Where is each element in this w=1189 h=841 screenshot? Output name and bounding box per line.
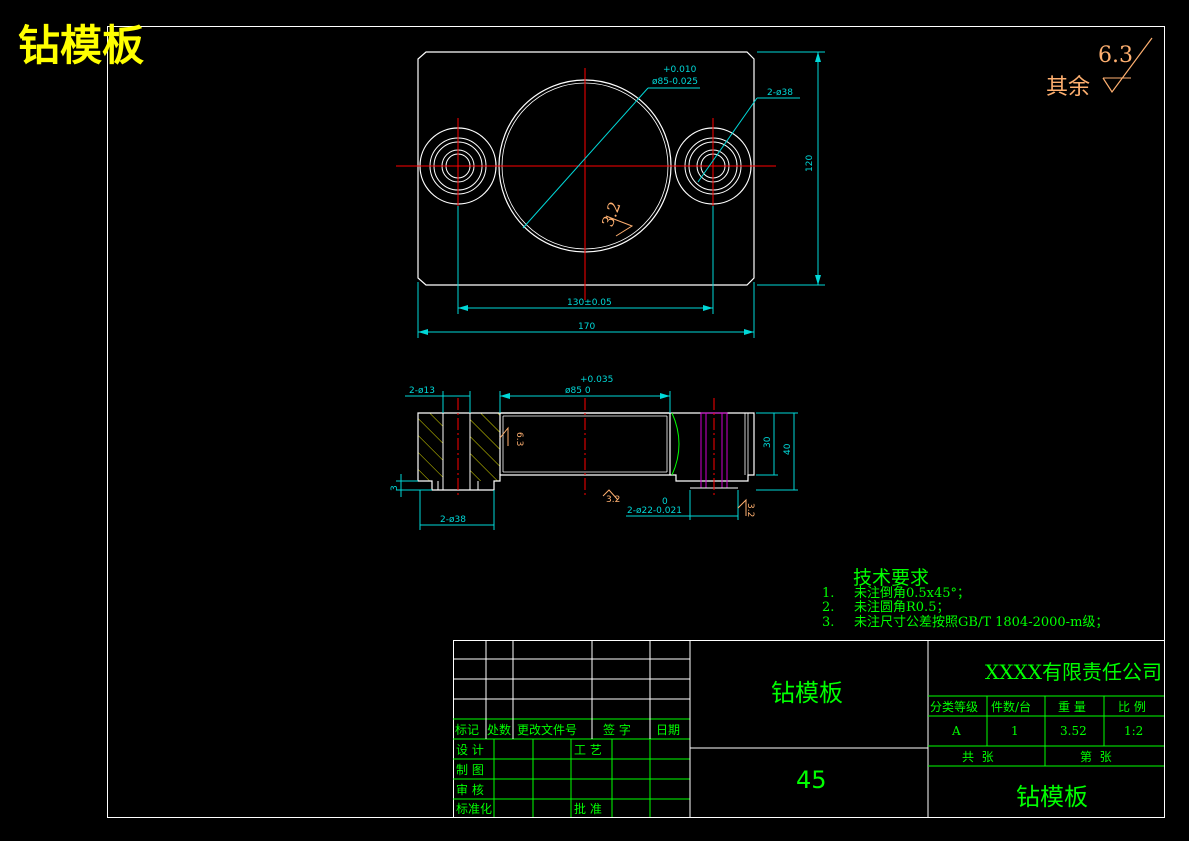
material: 45: [796, 766, 827, 794]
width-dim-text: 170: [578, 322, 595, 332]
sign-row-approve: 批 准: [574, 801, 602, 816]
side-roughness-symbol: [499, 426, 509, 446]
rev-header-0: 标记: [455, 723, 479, 737]
hatch-step: [470, 475, 500, 481]
centerdist-arrow-right: [703, 305, 713, 311]
hole-small-dim-text: 2-ø13: [409, 386, 435, 396]
section-break-arc: [671, 412, 680, 476]
rev-header-3: 签 字: [603, 722, 631, 737]
holes-dim-text: 2-ø38: [767, 88, 793, 98]
sign-row-draw: 制 图: [456, 763, 484, 777]
sign-row-check: 审 核: [456, 782, 484, 797]
bore-section-arrow-left: [500, 393, 510, 399]
info-value-weight: 3.52: [1060, 724, 1087, 738]
info-value-scale: 1:2: [1124, 724, 1143, 738]
other-roughness: 其余 6.3: [1046, 37, 1153, 100]
bore-section-arrow-right: [660, 393, 670, 399]
bore-section-upper: +0.035: [580, 375, 613, 385]
hatch-left-web: [418, 413, 443, 481]
tech-req-text-2: 未注圆角R0.5；: [854, 600, 949, 615]
width-arrow-right: [744, 329, 754, 335]
sign-row-design: 设 计: [456, 743, 484, 757]
centerdist-arrow-left: [458, 305, 468, 311]
info-header-weight: 重 量: [1058, 700, 1086, 714]
sheet-title: 钻模板: [18, 21, 144, 70]
info-header-scale: 比 例: [1118, 700, 1146, 714]
drawing-name: 钻模板: [1016, 783, 1088, 811]
hatch-left-web-2: [470, 413, 500, 475]
other-roughness-value: 6.3: [1098, 43, 1133, 68]
tech-req-num-2: 2.: [822, 600, 834, 615]
section-right-outline: [670, 412, 755, 482]
pin-roughness-value: 3.2: [745, 503, 755, 517]
technical-requirements: 技术要求 1. 未注倒角0.5x45°； 2. 未注圆角R0.5； 3. 未注尺…: [822, 567, 1108, 630]
tech-req-text-3: 未注尺寸公差按照GB/T 1804-2000-m级；: [854, 615, 1108, 630]
part-name: 钻模板: [771, 679, 843, 707]
top-view: +0.010 ø85-0.025 2-ø38 120 130±0.05 170 …: [396, 51, 825, 338]
sheet-total: 共 张: [962, 750, 994, 764]
cad-drawing-sheet: 钻模板 +0.010 ø85-0.025 2-ø38 120 130±0.05 …: [18, 21, 1165, 818]
step-dim-text: 3: [390, 485, 400, 491]
sign-row-standard: 标准化: [456, 802, 492, 816]
rev-header-1: 处数: [487, 722, 511, 737]
bottom-roughness-value: 3.2: [606, 495, 620, 505]
height-arrow-bottom: [815, 275, 821, 285]
tech-req-num-1: 1.: [822, 586, 834, 601]
bore-roughness-value: 3.2: [598, 199, 625, 229]
height-arrow-top: [815, 52, 821, 62]
holes-dim-leader: [697, 97, 758, 183]
height-dim-text: 120: [805, 155, 815, 172]
section-view: 2-ø13 +0.035 ø85 0 30 40 3 2-ø38 0 2-ø22…: [390, 375, 798, 530]
info-value-class: A: [951, 724, 961, 738]
info-value-qty: 1: [1011, 724, 1019, 738]
plate-outline: [417, 51, 755, 286]
rev-header-4: 日期: [656, 723, 680, 737]
width-arrow-left: [418, 329, 428, 335]
company-name: XXXX有限责任公司: [985, 660, 1162, 684]
bore-dim-upper: +0.010: [663, 65, 697, 75]
bore-section-main: ø85 0: [565, 386, 591, 396]
info-header-qty: 件数/台: [991, 699, 1031, 714]
centerdist-dim-text: 130±0.05: [567, 298, 612, 308]
pin-dim-main: 2-ø22-0.021: [627, 506, 682, 516]
pin-roughness-symbol: [737, 498, 747, 516]
sign-row-process: 工 艺: [574, 743, 602, 757]
depth-30-text: 30: [763, 436, 773, 448]
section-outline: [417, 412, 671, 491]
info-header-class: 分类等级: [930, 700, 978, 714]
title-block-text: 标记 处数 更改文件号 签 字 日期 设 计 工 艺 制 图 审 核 标准化 批…: [455, 660, 1162, 816]
other-roughness-label: 其余: [1046, 75, 1090, 100]
side-roughness-value: 6.3: [514, 432, 524, 446]
tech-req-num-3: 3.: [822, 615, 834, 630]
sheet-number: 第 张: [1080, 750, 1112, 764]
depth-40-text: 40: [783, 443, 793, 455]
counterbore-dim-text: 2-ø38: [440, 515, 466, 525]
tech-req-text-1: 未注倒角0.5x45°；: [854, 586, 970, 601]
bore-dim-main: ø85-0.025: [652, 77, 698, 87]
rev-header-2: 更改文件号: [517, 722, 577, 737]
